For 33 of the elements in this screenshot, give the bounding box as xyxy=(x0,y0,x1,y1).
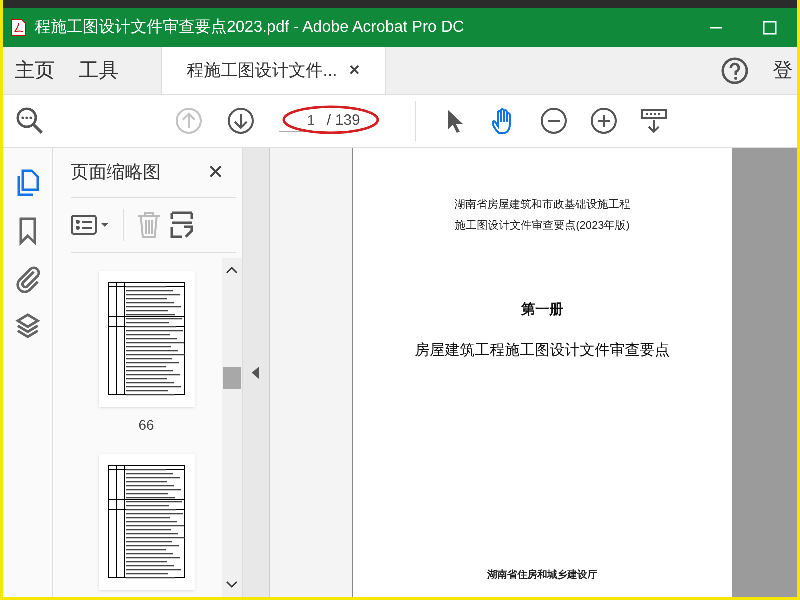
search-icon[interactable] xyxy=(15,106,45,136)
collapse-panel-icon[interactable] xyxy=(252,366,260,378)
scroll-up-icon[interactable] xyxy=(226,266,238,274)
options-menu-icon[interactable] xyxy=(71,213,111,237)
page-count: / 139 xyxy=(327,110,360,131)
scroll-thumb[interactable] xyxy=(223,366,241,388)
panel-close-button[interactable]: ✕ xyxy=(204,158,228,188)
document-footer: 湖南省住房和城乡建设厅 xyxy=(488,568,598,582)
page-thumbnail-drawing[interactable] xyxy=(98,271,194,407)
window-title: 程施工图设计文件审查要点2023.pdf - Adobe Acrobat Pro DC xyxy=(35,18,466,38)
document-volume: 第一册 xyxy=(522,300,564,319)
close-tab-icon[interactable]: × xyxy=(349,57,360,84)
extract-pages-icon[interactable] xyxy=(170,211,194,239)
document-heading: 房屋建筑工程施工图设计文件审查要点 xyxy=(415,341,670,361)
page-number-field[interactable]: 1 xyxy=(279,110,319,132)
paperclip-icon[interactable] xyxy=(14,264,42,294)
page-thumbnail-drawing[interactable] xyxy=(98,454,194,590)
document-subtitle: 施工图设计文件审查要点(2023年版) xyxy=(455,218,630,234)
scrollbar[interactable] xyxy=(222,258,242,597)
sign-in-link[interactable]: 登 xyxy=(773,56,797,86)
maximize-icon[interactable] xyxy=(763,20,777,34)
document-subtitle: 湖南省房屋建筑和市政基础设施工程 xyxy=(454,198,630,213)
scroll-down-icon[interactable] xyxy=(226,581,238,589)
menu-tab[interactable]: 工具 xyxy=(67,47,131,94)
pdf-file-icon xyxy=(11,18,27,36)
panel-title: 页面缩略图 xyxy=(71,161,162,184)
document-tab[interactable]: 程施工图设计文件... × xyxy=(161,47,386,94)
zoom-in-icon[interactable] xyxy=(590,107,618,135)
scroll-mode-icon[interactable] xyxy=(640,107,668,135)
help-icon[interactable] xyxy=(721,56,749,84)
menu-tab[interactable]: 主页 xyxy=(3,47,67,94)
zoom-out-icon[interactable] xyxy=(540,107,568,135)
page-number-label: 66 xyxy=(138,416,154,435)
